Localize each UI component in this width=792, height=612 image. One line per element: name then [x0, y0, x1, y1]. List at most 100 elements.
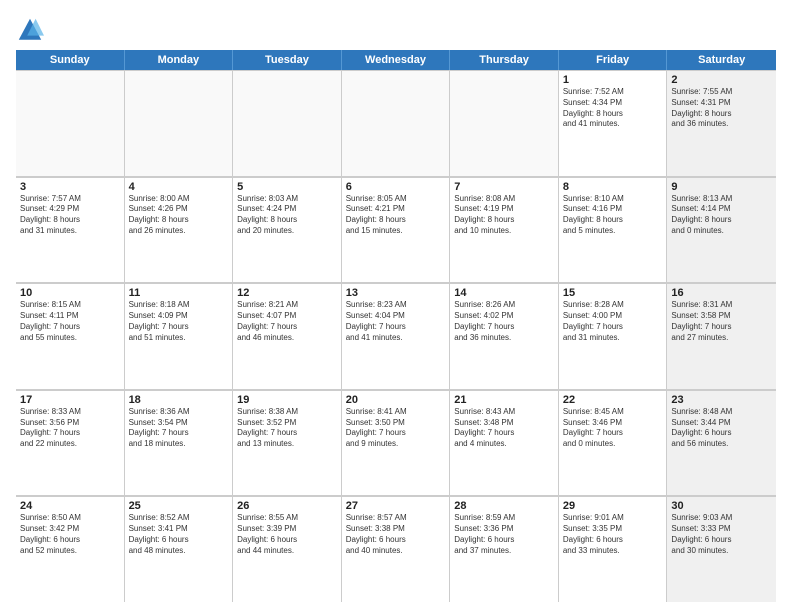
- calendar-cell-r0c6: 2Sunrise: 7:55 AM Sunset: 4:31 PM Daylig…: [667, 70, 776, 176]
- cell-info: Sunrise: 8:50 AM Sunset: 3:42 PM Dayligh…: [20, 513, 120, 556]
- cell-info: Sunrise: 8:43 AM Sunset: 3:48 PM Dayligh…: [454, 407, 554, 450]
- day-number: 22: [563, 394, 663, 406]
- day-number: 7: [454, 181, 554, 193]
- day-number: 13: [346, 287, 446, 299]
- cell-info: Sunrise: 8:18 AM Sunset: 4:09 PM Dayligh…: [129, 300, 229, 343]
- cell-info: Sunrise: 8:05 AM Sunset: 4:21 PM Dayligh…: [346, 194, 446, 237]
- header-day-tuesday: Tuesday: [233, 50, 342, 70]
- day-number: 21: [454, 394, 554, 406]
- day-number: 1: [563, 74, 663, 86]
- cell-info: Sunrise: 8:52 AM Sunset: 3:41 PM Dayligh…: [129, 513, 229, 556]
- day-number: 30: [671, 500, 772, 512]
- calendar-cell-r2c6: 16Sunrise: 8:31 AM Sunset: 3:58 PM Dayli…: [667, 283, 776, 389]
- cell-info: Sunrise: 8:41 AM Sunset: 3:50 PM Dayligh…: [346, 407, 446, 450]
- calendar-cell-r4c0: 24Sunrise: 8:50 AM Sunset: 3:42 PM Dayli…: [16, 496, 125, 602]
- day-number: 11: [129, 287, 229, 299]
- calendar-cell-r0c1: [125, 70, 234, 176]
- calendar: SundayMondayTuesdayWednesdayThursdayFrid…: [16, 50, 776, 602]
- calendar-cell-r3c1: 18Sunrise: 8:36 AM Sunset: 3:54 PM Dayli…: [125, 390, 234, 496]
- cell-info: Sunrise: 8:38 AM Sunset: 3:52 PM Dayligh…: [237, 407, 337, 450]
- day-number: 19: [237, 394, 337, 406]
- calendar-cell-r0c4: [450, 70, 559, 176]
- logo: [16, 16, 48, 44]
- day-number: 27: [346, 500, 446, 512]
- cell-info: Sunrise: 8:31 AM Sunset: 3:58 PM Dayligh…: [671, 300, 772, 343]
- calendar-cell-r1c4: 7Sunrise: 8:08 AM Sunset: 4:19 PM Daylig…: [450, 177, 559, 283]
- day-number: 10: [20, 287, 120, 299]
- calendar-cell-r1c2: 5Sunrise: 8:03 AM Sunset: 4:24 PM Daylig…: [233, 177, 342, 283]
- day-number: 20: [346, 394, 446, 406]
- calendar-row-2: 3Sunrise: 7:57 AM Sunset: 4:29 PM Daylig…: [16, 177, 776, 284]
- calendar-cell-r2c0: 10Sunrise: 8:15 AM Sunset: 4:11 PM Dayli…: [16, 283, 125, 389]
- day-number: 17: [20, 394, 120, 406]
- calendar-cell-r4c4: 28Sunrise: 8:59 AM Sunset: 3:36 PM Dayli…: [450, 496, 559, 602]
- calendar-body: 1Sunrise: 7:52 AM Sunset: 4:34 PM Daylig…: [16, 70, 776, 602]
- calendar-cell-r0c2: [233, 70, 342, 176]
- cell-info: Sunrise: 7:52 AM Sunset: 4:34 PM Dayligh…: [563, 87, 663, 130]
- calendar-cell-r4c5: 29Sunrise: 9:01 AM Sunset: 3:35 PM Dayli…: [559, 496, 668, 602]
- calendar-cell-r1c5: 8Sunrise: 8:10 AM Sunset: 4:16 PM Daylig…: [559, 177, 668, 283]
- calendar-cell-r1c0: 3Sunrise: 7:57 AM Sunset: 4:29 PM Daylig…: [16, 177, 125, 283]
- header-day-sunday: Sunday: [16, 50, 125, 70]
- cell-info: Sunrise: 8:55 AM Sunset: 3:39 PM Dayligh…: [237, 513, 337, 556]
- calendar-cell-r1c3: 6Sunrise: 8:05 AM Sunset: 4:21 PM Daylig…: [342, 177, 451, 283]
- header-day-wednesday: Wednesday: [342, 50, 451, 70]
- cell-info: Sunrise: 8:33 AM Sunset: 3:56 PM Dayligh…: [20, 407, 120, 450]
- calendar-cell-r4c1: 25Sunrise: 8:52 AM Sunset: 3:41 PM Dayli…: [125, 496, 234, 602]
- page: SundayMondayTuesdayWednesdayThursdayFrid…: [0, 0, 792, 612]
- cell-info: Sunrise: 8:48 AM Sunset: 3:44 PM Dayligh…: [671, 407, 772, 450]
- calendar-row-4: 17Sunrise: 8:33 AM Sunset: 3:56 PM Dayli…: [16, 390, 776, 497]
- day-number: 26: [237, 500, 337, 512]
- calendar-cell-r4c2: 26Sunrise: 8:55 AM Sunset: 3:39 PM Dayli…: [233, 496, 342, 602]
- calendar-cell-r2c2: 12Sunrise: 8:21 AM Sunset: 4:07 PM Dayli…: [233, 283, 342, 389]
- calendar-cell-r0c5: 1Sunrise: 7:52 AM Sunset: 4:34 PM Daylig…: [559, 70, 668, 176]
- calendar-cell-r4c6: 30Sunrise: 9:03 AM Sunset: 3:33 PM Dayli…: [667, 496, 776, 602]
- header-day-saturday: Saturday: [667, 50, 776, 70]
- cell-info: Sunrise: 7:57 AM Sunset: 4:29 PM Dayligh…: [20, 194, 120, 237]
- calendar-row-1: 1Sunrise: 7:52 AM Sunset: 4:34 PM Daylig…: [16, 70, 776, 177]
- cell-info: Sunrise: 8:26 AM Sunset: 4:02 PM Dayligh…: [454, 300, 554, 343]
- day-number: 6: [346, 181, 446, 193]
- calendar-cell-r0c0: [16, 70, 125, 176]
- calendar-cell-r2c4: 14Sunrise: 8:26 AM Sunset: 4:02 PM Dayli…: [450, 283, 559, 389]
- calendar-cell-r0c3: [342, 70, 451, 176]
- cell-info: Sunrise: 8:00 AM Sunset: 4:26 PM Dayligh…: [129, 194, 229, 237]
- cell-info: Sunrise: 8:13 AM Sunset: 4:14 PM Dayligh…: [671, 194, 772, 237]
- day-number: 29: [563, 500, 663, 512]
- calendar-cell-r3c4: 21Sunrise: 8:43 AM Sunset: 3:48 PM Dayli…: [450, 390, 559, 496]
- calendar-cell-r4c3: 27Sunrise: 8:57 AM Sunset: 3:38 PM Dayli…: [342, 496, 451, 602]
- cell-info: Sunrise: 8:10 AM Sunset: 4:16 PM Dayligh…: [563, 194, 663, 237]
- calendar-cell-r3c5: 22Sunrise: 8:45 AM Sunset: 3:46 PM Dayli…: [559, 390, 668, 496]
- cell-info: Sunrise: 9:03 AM Sunset: 3:33 PM Dayligh…: [671, 513, 772, 556]
- calendar-cell-r3c6: 23Sunrise: 8:48 AM Sunset: 3:44 PM Dayli…: [667, 390, 776, 496]
- day-number: 28: [454, 500, 554, 512]
- cell-info: Sunrise: 8:45 AM Sunset: 3:46 PM Dayligh…: [563, 407, 663, 450]
- day-number: 14: [454, 287, 554, 299]
- day-number: 18: [129, 394, 229, 406]
- day-number: 5: [237, 181, 337, 193]
- calendar-cell-r3c0: 17Sunrise: 8:33 AM Sunset: 3:56 PM Dayli…: [16, 390, 125, 496]
- logo-icon: [16, 16, 44, 44]
- calendar-header: SundayMondayTuesdayWednesdayThursdayFrid…: [16, 50, 776, 70]
- cell-info: Sunrise: 8:59 AM Sunset: 3:36 PM Dayligh…: [454, 513, 554, 556]
- cell-info: Sunrise: 8:23 AM Sunset: 4:04 PM Dayligh…: [346, 300, 446, 343]
- cell-info: Sunrise: 8:03 AM Sunset: 4:24 PM Dayligh…: [237, 194, 337, 237]
- header-day-thursday: Thursday: [450, 50, 559, 70]
- day-number: 2: [671, 74, 772, 86]
- cell-info: Sunrise: 7:55 AM Sunset: 4:31 PM Dayligh…: [671, 87, 772, 130]
- day-number: 16: [671, 287, 772, 299]
- header-day-monday: Monday: [125, 50, 234, 70]
- calendar-cell-r1c1: 4Sunrise: 8:00 AM Sunset: 4:26 PM Daylig…: [125, 177, 234, 283]
- cell-info: Sunrise: 8:28 AM Sunset: 4:00 PM Dayligh…: [563, 300, 663, 343]
- calendar-cell-r3c3: 20Sunrise: 8:41 AM Sunset: 3:50 PM Dayli…: [342, 390, 451, 496]
- calendar-row-3: 10Sunrise: 8:15 AM Sunset: 4:11 PM Dayli…: [16, 283, 776, 390]
- calendar-cell-r3c2: 19Sunrise: 8:38 AM Sunset: 3:52 PM Dayli…: [233, 390, 342, 496]
- day-number: 12: [237, 287, 337, 299]
- day-number: 8: [563, 181, 663, 193]
- day-number: 23: [671, 394, 772, 406]
- day-number: 9: [671, 181, 772, 193]
- cell-info: Sunrise: 8:21 AM Sunset: 4:07 PM Dayligh…: [237, 300, 337, 343]
- day-number: 4: [129, 181, 229, 193]
- day-number: 24: [20, 500, 120, 512]
- calendar-cell-r2c3: 13Sunrise: 8:23 AM Sunset: 4:04 PM Dayli…: [342, 283, 451, 389]
